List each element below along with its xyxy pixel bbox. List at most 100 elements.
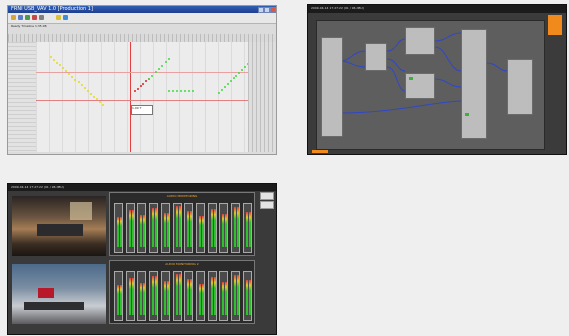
cue-point[interactable] (184, 90, 186, 92)
grid-icon[interactable] (63, 15, 68, 20)
cue-point[interactable] (235, 74, 238, 77)
open-icon[interactable] (11, 15, 16, 20)
meter-bar (131, 210, 134, 247)
cue-point[interactable] (62, 67, 65, 70)
cue-point[interactable] (229, 80, 232, 83)
level-meter (160, 271, 170, 321)
cue-point[interactable] (241, 68, 244, 71)
cue-tooltip: 1.00 T (131, 105, 153, 115)
layout-button[interactable] (260, 201, 274, 209)
cue-point[interactable] (142, 82, 145, 85)
cue-point[interactable] (223, 86, 226, 89)
cue-point[interactable] (192, 90, 194, 92)
cue-point[interactable] (74, 78, 77, 81)
cue-point[interactable] (176, 90, 178, 92)
meter-bar (163, 213, 166, 247)
meter-bar (222, 214, 225, 247)
cue-point[interactable] (50, 56, 52, 58)
status-text: Ready Timeline 1:35:08 (11, 24, 47, 28)
level-meter (149, 203, 159, 253)
audio-monitoring-screenshot: 2009-04-14 17:27:22 (91 / 96 dBU) AUDIO … (7, 183, 277, 335)
level-meter (219, 271, 229, 321)
cue-point[interactable] (89, 92, 92, 95)
meter-bar (120, 217, 122, 247)
matrix-block[interactable] (405, 27, 435, 55)
marker-line (36, 100, 248, 101)
meter-bar (245, 212, 248, 247)
meter-bar (117, 285, 119, 315)
cue-point[interactable] (164, 61, 167, 64)
meter-bar (155, 208, 158, 247)
status-led (409, 77, 413, 80)
level-meter (242, 271, 252, 321)
cue-point[interactable] (71, 75, 74, 78)
level-meter (242, 203, 252, 253)
save-icon[interactable] (18, 15, 23, 20)
cue-point[interactable] (226, 83, 229, 86)
level-meter (231, 271, 240, 321)
timeline-area[interactable]: 1.00 T (36, 42, 276, 152)
routing-canvas[interactable] (316, 20, 545, 150)
cue-point[interactable] (158, 68, 160, 70)
config-button[interactable] (260, 192, 274, 200)
cue-point[interactable] (98, 101, 101, 104)
cue-point[interactable] (92, 95, 95, 98)
cue-point[interactable] (139, 85, 142, 88)
cue-point[interactable] (154, 71, 157, 74)
zoom-icon[interactable] (56, 15, 61, 20)
cue-point[interactable] (188, 90, 190, 92)
cue-point[interactable] (134, 90, 136, 92)
meter-bar (237, 207, 239, 247)
cue-point[interactable] (77, 81, 80, 84)
level-meter (149, 271, 159, 321)
meter-bar (201, 284, 204, 315)
timeline-grid[interactable]: 1.00 T (8, 34, 276, 152)
cue-point[interactable] (151, 74, 154, 77)
cue-point[interactable] (136, 87, 139, 90)
cue-point[interactable] (86, 89, 89, 92)
cue-point[interactable] (83, 87, 86, 90)
studio-camera-image-1[interactable] (12, 196, 106, 256)
settings-icon[interactable] (39, 15, 44, 20)
level-meter (184, 203, 194, 253)
meter-bar (163, 281, 166, 315)
router-block[interactable] (461, 29, 487, 139)
cue-point[interactable] (59, 64, 62, 67)
cue-point[interactable] (168, 58, 170, 60)
header-bar: 2009-04-14 17:27:22 (91 / 96 dBU) (8, 184, 276, 191)
playhead[interactable] (130, 42, 131, 152)
level-meter (125, 271, 135, 321)
mixer-block[interactable] (365, 43, 387, 71)
status-led (465, 113, 469, 116)
cue-point[interactable] (56, 61, 59, 64)
cue-point[interactable] (102, 104, 104, 106)
studio-camera-image-2[interactable] (12, 264, 106, 324)
level-meter (114, 203, 123, 253)
cue-point[interactable] (218, 92, 220, 94)
cue-point[interactable] (168, 90, 170, 92)
meter-bar (210, 277, 213, 315)
cue-point[interactable] (172, 90, 174, 92)
level-meter (137, 203, 147, 253)
meter-bar (178, 206, 181, 247)
stop-icon[interactable] (32, 15, 37, 20)
input-block[interactable] (321, 37, 343, 137)
footer-button[interactable] (312, 150, 328, 153)
cue-point[interactable] (53, 58, 56, 61)
level-meter (219, 203, 229, 253)
play-icon[interactable] (25, 15, 30, 20)
cue-point[interactable] (80, 84, 83, 87)
timeline-ruler[interactable] (8, 34, 276, 42)
level-meter (231, 203, 240, 253)
cue-point[interactable] (161, 64, 164, 67)
cue-point[interactable] (180, 90, 182, 92)
cue-point[interactable] (145, 80, 148, 83)
cue-point[interactable] (148, 78, 150, 80)
cue-point[interactable] (232, 77, 235, 80)
cue-point[interactable] (244, 65, 247, 68)
cue-point[interactable] (68, 72, 71, 75)
menu-button[interactable] (548, 15, 562, 35)
cue-point[interactable] (220, 89, 223, 92)
meter-bar (131, 278, 134, 315)
output-block[interactable] (507, 59, 533, 115)
